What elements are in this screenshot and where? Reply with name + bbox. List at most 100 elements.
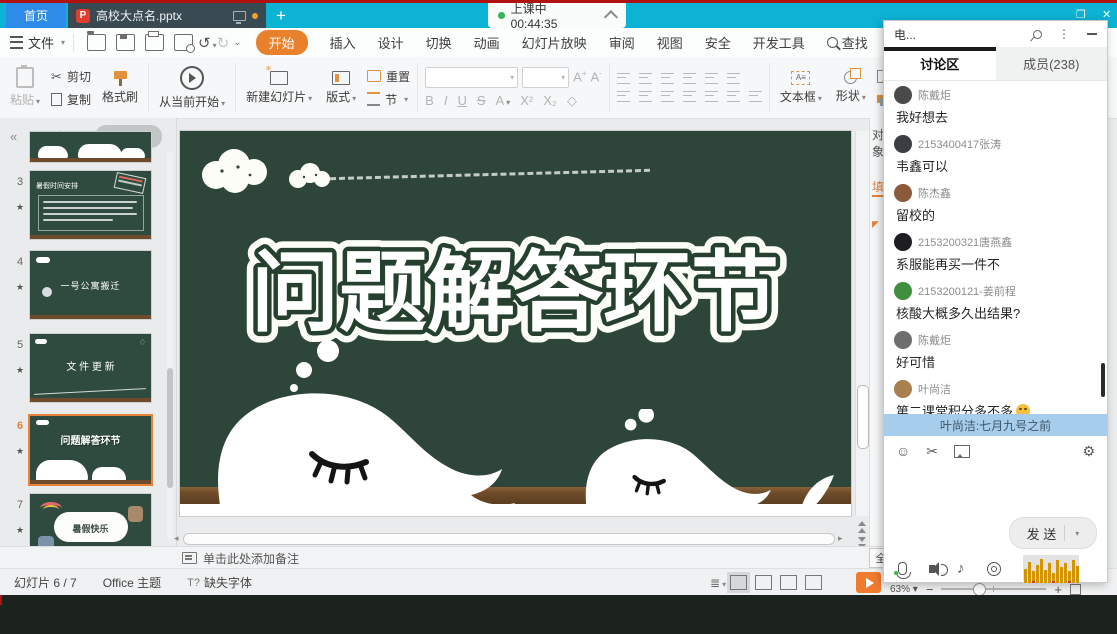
vertical-scrollbar-thumb[interactable] [857, 385, 869, 449]
scroll-right-arrow[interactable]: ▸ [838, 533, 843, 544]
tab-security[interactable]: 安全 [705, 33, 731, 52]
grow-font-button[interactable]: A+ [573, 69, 586, 84]
font-size-select[interactable]: ▾ [522, 67, 569, 88]
send-button[interactable]: 发 送 ▾ [1009, 517, 1097, 549]
save-icon[interactable] [116, 34, 135, 51]
missing-font-button[interactable]: T? 缺失字体 [187, 574, 252, 591]
font-name-select[interactable]: ▾ [425, 67, 518, 88]
speaker-icon[interactable] [929, 565, 935, 573]
slide-thumbnail-4[interactable]: 一号公寓搬迁 [29, 250, 152, 320]
horizontal-scrollbar[interactable] [183, 533, 835, 545]
layout-button[interactable]: 版式▾ [323, 71, 359, 105]
document-tab[interactable]: P 高校大点名.pptx [68, 3, 266, 28]
tab-slideshow[interactable]: 幻灯片放映 [522, 33, 587, 52]
send-options-icon[interactable]: ▾ [1075, 529, 1079, 538]
class-timer-badge[interactable]: 上课中 00:44:35 [488, 3, 626, 28]
vertical-scrollbar[interactable] [855, 131, 870, 516]
send-image-button[interactable] [954, 445, 970, 458]
zoom-slider[interactable] [941, 588, 1046, 590]
pin-icon[interactable] [1031, 28, 1044, 41]
microphone-icon[interactable] [898, 562, 907, 575]
tab-devtools[interactable]: 开发工具 [753, 33, 805, 52]
bullets-button[interactable] [617, 73, 630, 84]
subscript-button[interactable]: X₂ [543, 93, 557, 108]
minimize-chat-icon[interactable] [1087, 33, 1097, 35]
tab-animations[interactable]: 动画 [474, 33, 500, 52]
shapes-button[interactable]: 形状▾ [833, 71, 869, 104]
justify-button[interactable] [683, 91, 696, 102]
theme-label[interactable]: Office 主题 [103, 574, 161, 591]
fit-to-window-button[interactable] [1070, 584, 1081, 595]
new-slide-button[interactable]: 新建幻灯片▾ [243, 71, 315, 105]
cut-button[interactable]: ✂ 剪切 [51, 68, 91, 85]
chat-settings-icon[interactable]: ⚙ [1082, 443, 1095, 460]
underline-button[interactable]: U [457, 93, 466, 108]
italic-button[interactable]: I [444, 93, 448, 108]
new-tab-button[interactable]: + [276, 5, 286, 26]
chat-titlebar[interactable]: 电... ⋮ [884, 21, 1107, 47]
strikethrough-button[interactable]: S [477, 93, 486, 108]
webcam-icon[interactable] [987, 562, 1001, 576]
tab-transitions[interactable]: 切换 [426, 33, 452, 52]
tab-design[interactable]: 设计 [378, 33, 404, 52]
align-center-button[interactable] [639, 91, 652, 102]
format-painter-button[interactable]: 格式刷 [99, 71, 141, 105]
music-icon[interactable]: ♪ [957, 560, 965, 577]
home-tab[interactable]: 首页 [6, 3, 66, 28]
tab-review[interactable]: 审阅 [609, 33, 635, 52]
clear-format-button[interactable]: ◇ [567, 93, 577, 109]
slide-canvas[interactable]: 问题解答环节 问题解答环节 问题解答环节 [180, 131, 851, 516]
play-slideshow-button[interactable] [856, 572, 881, 593]
tab-insert[interactable]: 插入 [330, 33, 356, 52]
slide-sorter-view-button[interactable] [755, 575, 772, 590]
find-button[interactable]: 查找 [827, 33, 868, 52]
tab-discussion[interactable]: 讨论区 [884, 47, 996, 80]
slide-thumbnail-2-partial[interactable] [29, 131, 152, 163]
slide-thumbnail-5[interactable]: ♢ 文 件 更 新 [29, 333, 152, 403]
print-icon[interactable] [145, 34, 164, 51]
slideshow-view-button[interactable] [805, 575, 822, 590]
play-from-current-button[interactable]: 从当前开始▾ [156, 66, 228, 110]
copy-button[interactable]: 复制 [51, 91, 91, 108]
chat-message-list[interactable]: 陈戴炬 我好想去 2153400417张涛 韦鑫可以 陈杰鑫 留校的 21532… [884, 80, 1107, 414]
chat-scrollbar-thumb[interactable] [1101, 363, 1105, 397]
slide-thumbnail-3[interactable]: 暑假时间安排 [29, 170, 152, 240]
normal-view-button[interactable] [730, 575, 747, 590]
thumbnails-scrollbar-thumb[interactable] [167, 368, 173, 488]
numbering-button[interactable] [639, 73, 652, 84]
redo-icon[interactable]: ↻ [217, 34, 230, 52]
paste-button[interactable]: 粘贴▾ [7, 67, 43, 108]
file-menu-button[interactable]: 文件 ▾ [10, 33, 65, 52]
columns-button[interactable] [727, 91, 740, 102]
tab-view[interactable]: 视图 [657, 33, 683, 52]
decrease-indent-button[interactable] [661, 73, 674, 84]
open-file-icon[interactable] [87, 34, 106, 51]
zoom-level[interactable]: 63% ▾ [890, 584, 918, 595]
section-button[interactable]: 节▾ [367, 91, 410, 108]
font-color-button[interactable]: A▾ [496, 93, 511, 108]
notes-toggle-icon[interactable]: ≣▾ [710, 576, 726, 590]
paragraph-spacing-button[interactable] [749, 91, 762, 102]
text-direction-button[interactable] [705, 73, 718, 84]
align-right-button[interactable] [661, 91, 674, 102]
align-left-button[interactable] [617, 91, 630, 102]
reset-button[interactable]: 重置 [367, 68, 410, 85]
line-spacing-button[interactable] [727, 73, 740, 84]
shrink-font-button[interactable]: A- [591, 69, 602, 84]
more-commands-icon[interactable]: ⌄ [233, 37, 241, 48]
tab-members[interactable]: 成员(238) [996, 47, 1108, 80]
previous-slide-button[interactable] [858, 521, 866, 533]
slide-thumbnail-6-selected[interactable]: 问题解答环节 [28, 414, 153, 486]
scroll-left-arrow[interactable]: ◂ [174, 533, 179, 544]
more-menu-icon[interactable]: ⋮ [1058, 27, 1071, 41]
undo-icon[interactable]: ↺▾ [198, 34, 217, 52]
pinned-notice-bar[interactable]: 叶尚洁:七月九号之前 [884, 414, 1107, 436]
reading-view-button[interactable] [780, 575, 797, 590]
collapse-panel-button[interactable]: « [10, 129, 17, 144]
notes-bar[interactable]: 单击此处添加备注 [0, 546, 883, 569]
textbox-button[interactable]: A≡ 文本框▾ [777, 71, 825, 105]
screenshot-button[interactable]: ✂ [926, 443, 938, 460]
bold-button[interactable]: B [425, 93, 434, 108]
emoji-button[interactable]: ☺ [896, 443, 910, 459]
distribute-button[interactable] [705, 91, 718, 102]
